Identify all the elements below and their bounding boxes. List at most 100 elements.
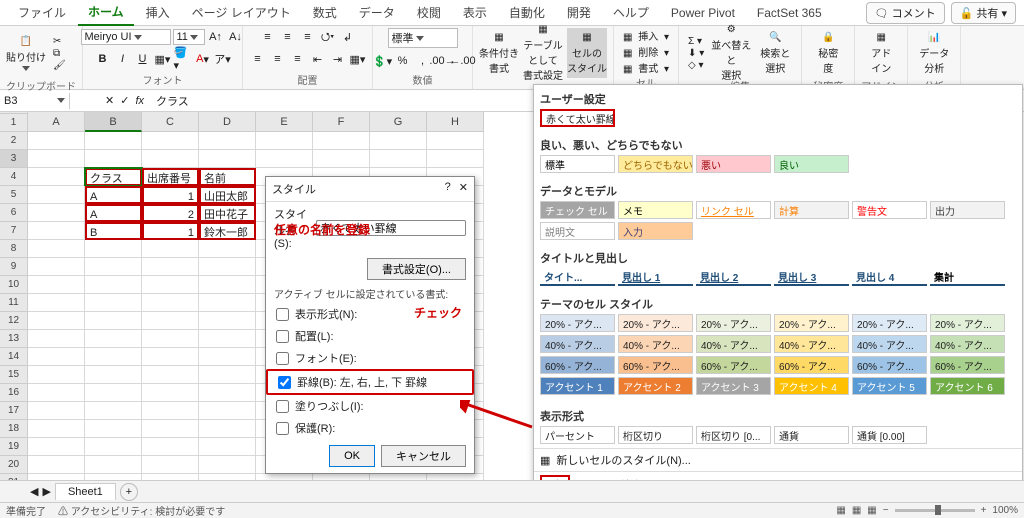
- cell[interactable]: [85, 348, 142, 366]
- cell[interactable]: [28, 132, 85, 150]
- cell[interactable]: [142, 312, 199, 330]
- tab-insert[interactable]: 挿入: [136, 0, 180, 25]
- cell[interactable]: A: [85, 204, 142, 222]
- cell[interactable]: 出席番号: [142, 168, 199, 186]
- status-accessibility[interactable]: ⚠ アクセシビリティ: 検討が必要です: [58, 503, 225, 518]
- cell[interactable]: [199, 132, 256, 150]
- style-swatch[interactable]: 40% - アク...: [696, 335, 771, 353]
- style-swatch[interactable]: 通貨 [0.00]: [852, 426, 927, 444]
- cell[interactable]: [142, 330, 199, 348]
- style-swatch[interactable]: 60% - アク...: [774, 356, 849, 374]
- cell[interactable]: [28, 240, 85, 258]
- cell[interactable]: [28, 168, 85, 186]
- style-swatch[interactable]: アクセント 6: [930, 377, 1005, 395]
- tab-home[interactable]: ホーム: [78, 0, 134, 26]
- row-header[interactable]: 4: [0, 168, 28, 186]
- cell[interactable]: [85, 132, 142, 150]
- cell[interactable]: [85, 240, 142, 258]
- fx-icon[interactable]: fx: [135, 95, 144, 107]
- dialog-ok-button[interactable]: OK: [329, 445, 375, 467]
- style-option-check[interactable]: 塗りつぶし(I):: [266, 395, 474, 417]
- cell[interactable]: [256, 150, 313, 168]
- cell[interactable]: [28, 420, 85, 438]
- col-header[interactable]: H: [427, 112, 484, 132]
- row-header[interactable]: 14: [0, 348, 28, 366]
- style-swatch[interactable]: タイト...: [540, 268, 615, 286]
- fill-button[interactable]: ⬇ ▾: [685, 48, 707, 59]
- cell[interactable]: [199, 456, 256, 474]
- style-swatch-user[interactable]: 赤くて太い罫線: [540, 109, 615, 127]
- row-header[interactable]: 15: [0, 366, 28, 384]
- cell[interactable]: [142, 420, 199, 438]
- cell[interactable]: [28, 402, 85, 420]
- row-header[interactable]: 20: [0, 456, 28, 474]
- style-swatch[interactable]: アクセント 3: [696, 377, 771, 395]
- view-normal-icon[interactable]: ▦: [836, 505, 845, 516]
- cell[interactable]: [28, 312, 85, 330]
- col-header[interactable]: G: [370, 112, 427, 132]
- sheet-nav-next-icon[interactable]: ▶: [42, 485, 50, 498]
- cell[interactable]: 鈴木一郎: [199, 222, 256, 240]
- style-swatch[interactable]: リンク セル: [696, 201, 771, 219]
- cell[interactable]: [142, 150, 199, 168]
- new-cell-style-menu[interactable]: ▦ 新しいセルのスタイル(N)...: [534, 448, 1022, 471]
- style-swatch[interactable]: 見出し 3: [774, 268, 849, 286]
- row-header[interactable]: 16: [0, 384, 28, 402]
- grow-font-icon[interactable]: A↑: [207, 28, 225, 46]
- cell[interactable]: [142, 258, 199, 276]
- row-header[interactable]: 11: [0, 294, 28, 312]
- style-option-check[interactable]: 保護(R):: [266, 417, 474, 439]
- style-swatch[interactable]: 60% - アク...: [852, 356, 927, 374]
- cell[interactable]: [28, 438, 85, 456]
- cell[interactable]: [85, 330, 142, 348]
- col-header[interactable]: B: [85, 112, 142, 132]
- merge-cells-icon[interactable]: ▦▾: [349, 50, 367, 68]
- align-left-icon[interactable]: ≡: [249, 50, 267, 68]
- cell[interactable]: [199, 240, 256, 258]
- fill-color-button[interactable]: 🪣▾: [174, 50, 192, 68]
- analyze-data-button[interactable]: 📊データ 分析: [914, 28, 954, 78]
- cell[interactable]: [313, 132, 370, 150]
- style-swatch[interactable]: 20% - アク...: [540, 314, 615, 332]
- tab-automate[interactable]: 自動化: [499, 0, 555, 25]
- view-pagebreak-icon[interactable]: ▦: [867, 505, 876, 516]
- tab-data[interactable]: データ: [349, 0, 405, 25]
- style-swatch[interactable]: 20% - アク...: [696, 314, 771, 332]
- cell[interactable]: [199, 294, 256, 312]
- cell[interactable]: [199, 402, 256, 420]
- cell[interactable]: [142, 294, 199, 312]
- style-swatch[interactable]: 桁区切り: [618, 426, 693, 444]
- zoom-in-button[interactable]: +: [981, 505, 987, 516]
- cell[interactable]: [199, 258, 256, 276]
- bold-button[interactable]: B: [94, 50, 112, 68]
- cell[interactable]: [199, 438, 256, 456]
- zoom-level[interactable]: 100%: [992, 505, 1018, 516]
- row-header[interactable]: 12: [0, 312, 28, 330]
- cell[interactable]: [85, 402, 142, 420]
- cell[interactable]: [85, 258, 142, 276]
- row-header[interactable]: 6: [0, 204, 28, 222]
- tab-pagelayout[interactable]: ページ レイアウト: [182, 0, 301, 25]
- cell[interactable]: [427, 132, 484, 150]
- style-swatch[interactable]: 60% - アク...: [540, 356, 615, 374]
- font-color-button[interactable]: A▾: [194, 50, 212, 68]
- tab-factset[interactable]: FactSet 365: [747, 2, 832, 24]
- sheet-tab[interactable]: Sheet1: [55, 483, 116, 500]
- cell[interactable]: [142, 384, 199, 402]
- cell[interactable]: [28, 204, 85, 222]
- addins-button[interactable]: ▦アド イン: [861, 28, 901, 78]
- zoom-out-button[interactable]: −: [883, 505, 889, 516]
- font-size-combo[interactable]: 11: [173, 29, 205, 45]
- tab-developer[interactable]: 開発: [557, 0, 601, 25]
- col-header[interactable]: D: [199, 112, 256, 132]
- indent-inc-icon[interactable]: ⇥: [329, 50, 347, 68]
- cell[interactable]: 2: [142, 204, 199, 222]
- style-swatch[interactable]: 警告文: [852, 201, 927, 219]
- row-header[interactable]: 8: [0, 240, 28, 258]
- cell[interactable]: [256, 132, 313, 150]
- style-option-check[interactable]: フォント(E):: [266, 347, 474, 369]
- border-button[interactable]: ▦▾: [154, 50, 172, 68]
- style-option-check[interactable]: 罫線(B): 左, 右, 上, 下 罫線: [266, 369, 474, 395]
- view-pagelayout-icon[interactable]: ▦: [852, 505, 861, 516]
- cell[interactable]: [85, 150, 142, 168]
